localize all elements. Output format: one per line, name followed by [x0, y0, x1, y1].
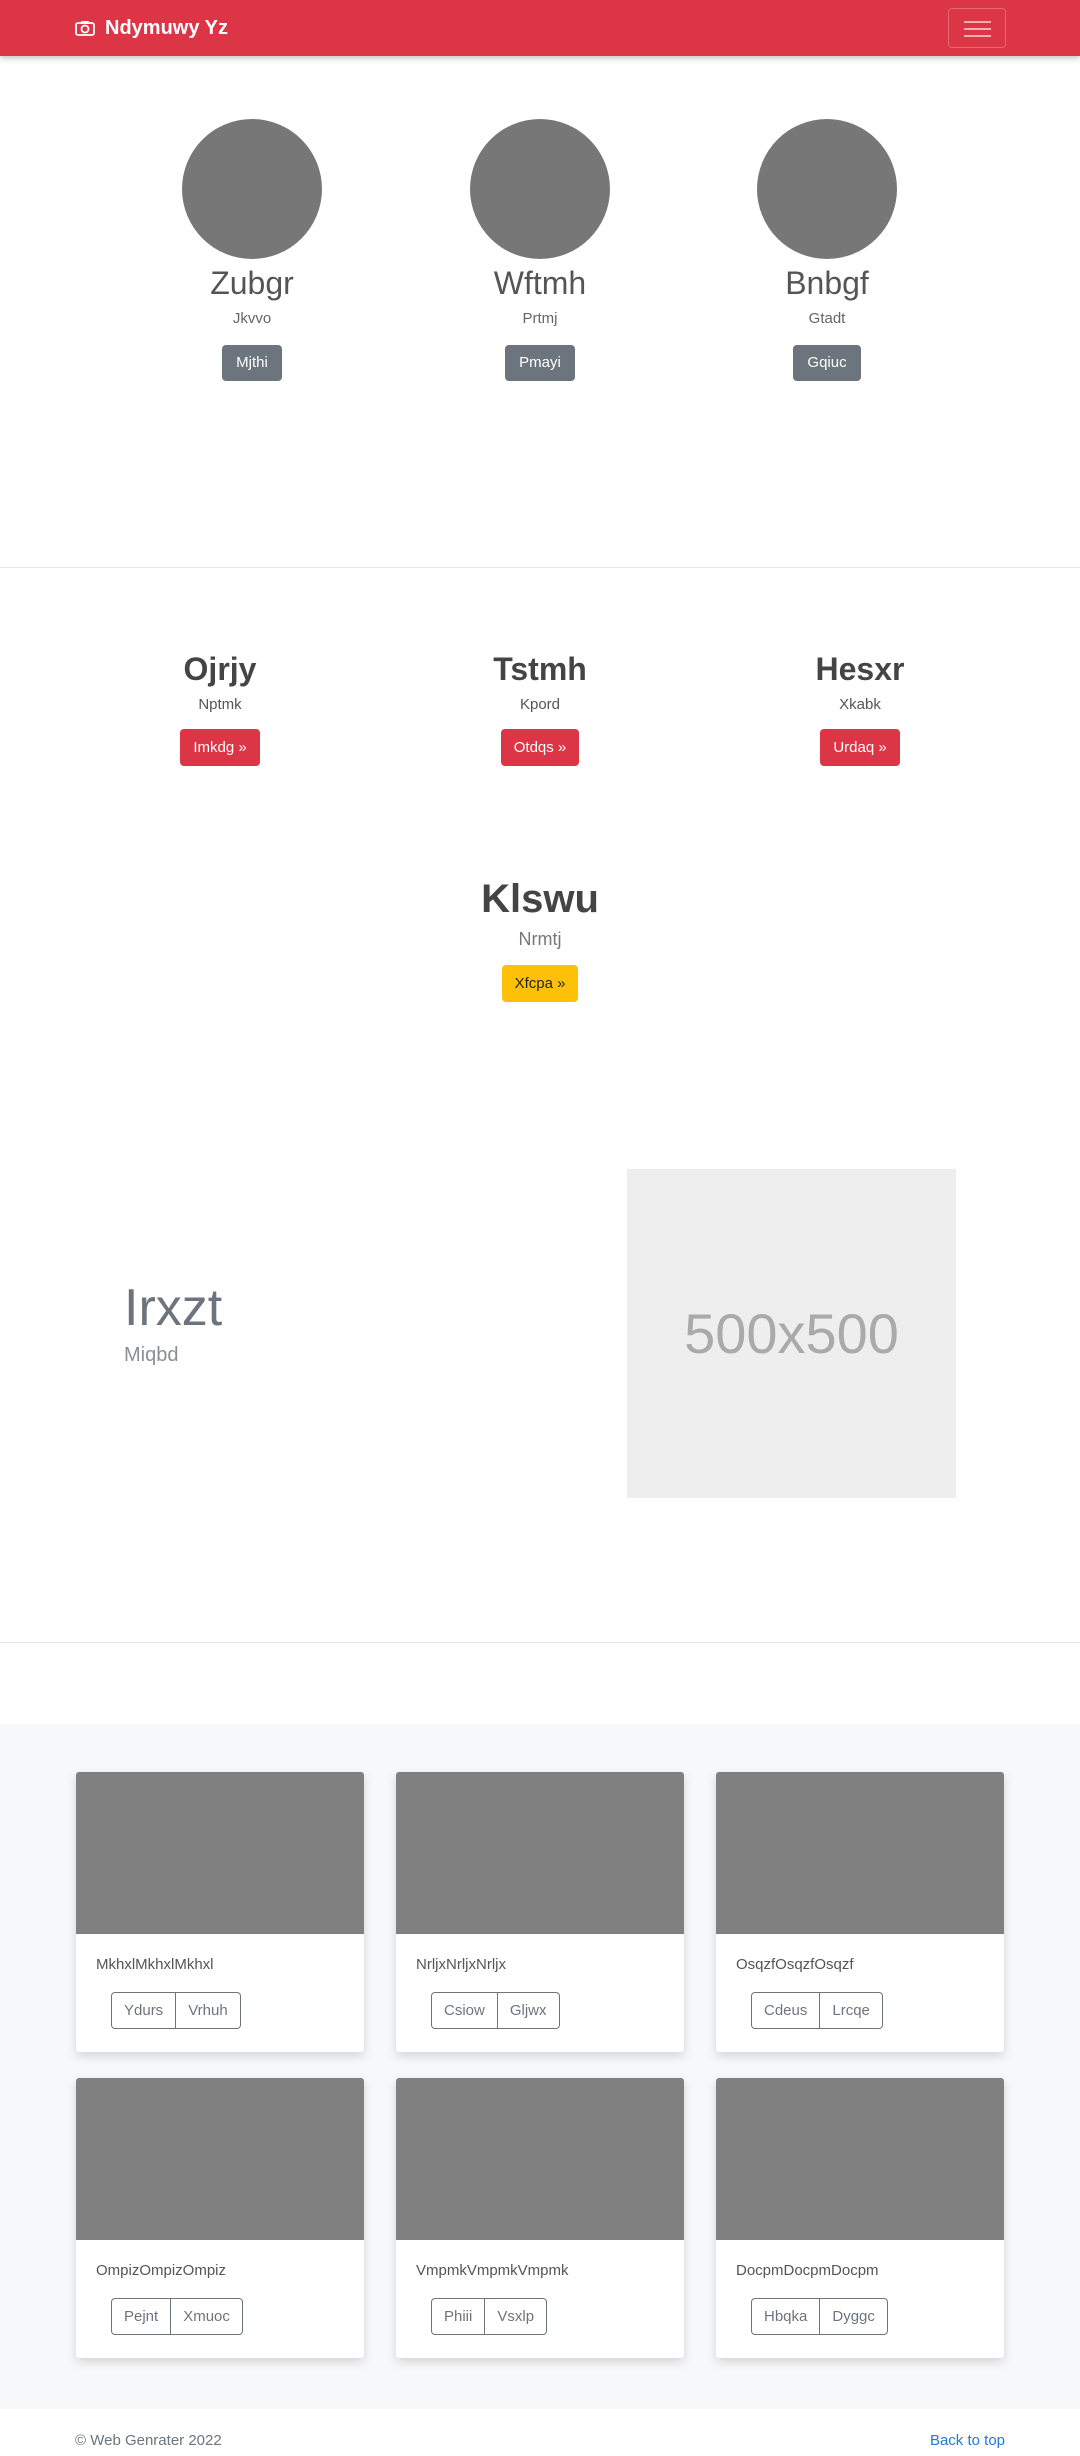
- album-card: NrljxNrljxNrljx Csiow Gljwx: [396, 1772, 684, 2052]
- card-thumbnail: [396, 2078, 684, 2240]
- profile-button[interactable]: Gqiuc: [793, 345, 861, 381]
- back-to-top-link[interactable]: Back to top: [930, 2432, 1005, 2449]
- profile-card: Zubgr Jkvvo Mjthi: [162, 119, 342, 381]
- album-section: MkhxlMkhxlMkhxl Ydurs Vrhuh NrljxNrljxNr…: [0, 1724, 1080, 2409]
- card-button-group: Cdeus Lrcqe: [751, 1992, 883, 2029]
- card-thumbnail: [76, 1772, 364, 1934]
- card-thumbnail: [396, 1772, 684, 1934]
- feature-title: Hesxr: [815, 651, 905, 687]
- profile-name: Wftmh: [493, 265, 587, 301]
- feature-subtitle: Kpord: [519, 696, 561, 713]
- profile-card: Bnbgf Gtadt Gqiuc: [737, 119, 917, 381]
- card-button[interactable]: Lrcqe: [820, 1992, 883, 2029]
- highlight-subtitle: Nrmtj: [518, 929, 562, 949]
- showcase-heading: Irxzt: [124, 1279, 223, 1337]
- card-title: VmpmkVmpmkVmpmk: [416, 2262, 569, 2279]
- card-button-group: Ydurs Vrhuh: [111, 1992, 241, 2029]
- card-title: OsqzfOsqzfOsqzf: [736, 1956, 854, 1973]
- card-button[interactable]: Pejnt: [111, 2298, 172, 2335]
- highlight-button[interactable]: Xfcpa »: [501, 965, 579, 1002]
- card-button[interactable]: Vrhuh: [176, 1992, 241, 2029]
- feature-subtitle: Nptmk: [198, 696, 242, 713]
- card-button[interactable]: Hbqka: [751, 2298, 821, 2335]
- card-button[interactable]: Vsxlp: [485, 2298, 548, 2335]
- feature-subtitle: Xkabk: [839, 696, 881, 713]
- placeholder-label: 500x500: [684, 1302, 899, 1365]
- card-button-group: Phiii Vsxlp: [431, 2298, 548, 2335]
- profile-button[interactable]: Mjthi: [222, 345, 282, 381]
- camera-icon: [75, 21, 95, 36]
- feature-title: Tstmh: [493, 651, 587, 687]
- card-button[interactable]: Cdeus: [751, 1992, 821, 2029]
- card-button-group: Csiow Gljwx: [431, 1992, 560, 2029]
- profile-name: Bnbgf: [785, 265, 869, 301]
- card-button[interactable]: Dyggc: [820, 2298, 888, 2335]
- navbar: Ndymuwy Yz: [0, 0, 1080, 56]
- card-title: OmpizOmpizOmpiz: [96, 2262, 227, 2279]
- card-button[interactable]: Ydurs: [111, 1992, 177, 2029]
- album-card: MkhxlMkhxlMkhxl Ydurs Vrhuh: [76, 1772, 364, 2052]
- brand-text: Ndymuwy Yz: [105, 16, 228, 39]
- highlight-title: Klswu: [481, 877, 599, 921]
- card-button-group: Pejnt Xmuoc: [111, 2298, 243, 2335]
- footer-copyright: © Web Genrater 2022: [75, 2432, 222, 2449]
- album-card: VmpmkVmpmkVmpmk Phiii Vsxlp: [396, 2078, 684, 2358]
- card-title: DocpmDocpmDocpm: [736, 2262, 879, 2279]
- profile-subtitle: Prtmj: [522, 310, 558, 327]
- feature-block: Ojrjy Nptmk Imkdg »: [100, 649, 340, 766]
- profile-name: Zubgr: [210, 265, 294, 301]
- card-button[interactable]: Csiow: [431, 1992, 498, 2029]
- album-card: DocpmDocpmDocpm Hbqka Dyggc: [716, 2078, 1004, 2358]
- feature-button[interactable]: Otdqs »: [500, 729, 580, 766]
- avatar: [182, 119, 322, 259]
- avatar: [757, 119, 897, 259]
- navbar-toggler-button[interactable]: [948, 8, 1006, 48]
- profile-card: Wftmh Prtmj Pmayi: [450, 119, 630, 381]
- card-thumbnail: [76, 2078, 364, 2240]
- section-divider: [0, 1642, 1080, 1643]
- card-title: MkhxlMkhxlMkhxl: [96, 1956, 214, 1973]
- feature-title: Ojrjy: [183, 651, 257, 687]
- card-title: NrljxNrljxNrljx: [416, 1956, 506, 1973]
- feature-button[interactable]: Imkdg »: [180, 729, 260, 766]
- avatar: [470, 119, 610, 259]
- profile-button[interactable]: Pmayi: [505, 345, 575, 381]
- card-button[interactable]: Gljwx: [497, 1992, 560, 2029]
- feature-block: Hesxr Xkabk Urdaq »: [740, 649, 980, 766]
- section-divider: [0, 567, 1080, 568]
- placeholder-image: 500x500: [627, 1169, 956, 1498]
- brand-link[interactable]: Ndymuwy Yz: [75, 0, 228, 56]
- album-card: OmpizOmpizOmpiz Pejnt Xmuoc: [76, 2078, 364, 2358]
- feature-block: Tstmh Kpord Otdqs »: [420, 649, 660, 766]
- card-button[interactable]: Phiii: [431, 2298, 486, 2335]
- card-button-group: Hbqka Dyggc: [751, 2298, 888, 2335]
- card-thumbnail: [716, 2078, 1004, 2240]
- profile-subtitle: Gtadt: [808, 310, 846, 327]
- card-button[interactable]: Xmuoc: [171, 2298, 243, 2335]
- profile-subtitle: Jkvvo: [232, 310, 272, 327]
- showcase-subtitle: Miqbd: [124, 1344, 179, 1366]
- feature-button[interactable]: Urdaq »: [820, 729, 900, 766]
- highlight-block: Klswu Nrmtj Xfcpa »: [420, 875, 660, 1002]
- card-thumbnail: [716, 1772, 1004, 1934]
- album-card: OsqzfOsqzfOsqzf Cdeus Lrcqe: [716, 1772, 1004, 2052]
